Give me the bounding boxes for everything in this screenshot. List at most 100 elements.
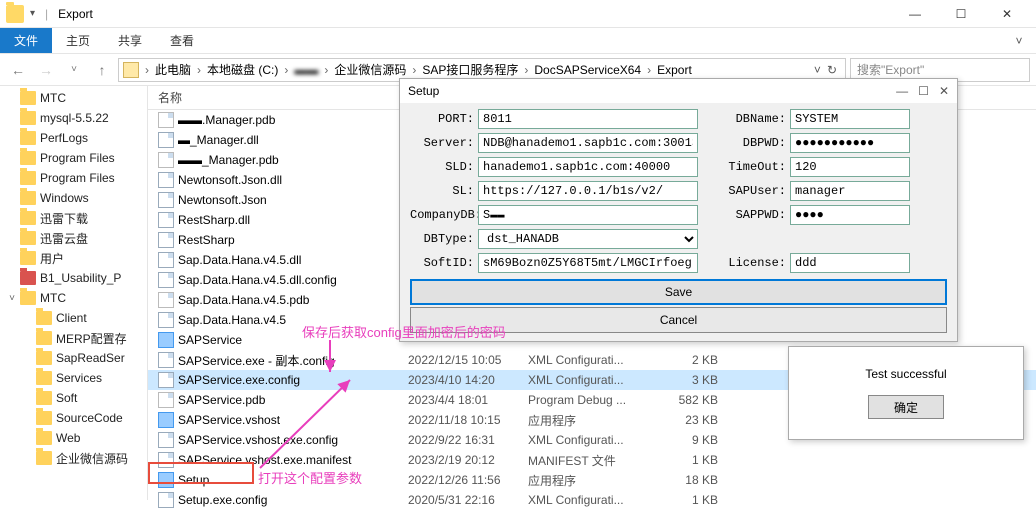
back-button[interactable]: ← [6,58,30,82]
file-size: 1 KB [658,453,728,467]
tree-node[interactable]: Program Files [0,148,147,168]
file-icon [158,392,174,408]
popup-ok-button[interactable]: 确定 [868,395,944,419]
sl-input[interactable] [478,181,698,201]
sappwd-input[interactable] [790,205,910,225]
ribbon-expand-icon[interactable]: ˅ [1002,28,1036,53]
folder-tree[interactable]: MTCmysql-5.5.22PerfLogsProgram FilesProg… [0,86,148,500]
timeout-input[interactable] [790,157,910,177]
tree-node[interactable]: MERP配置存 [0,328,147,348]
file-name: RestSharp [178,233,235,247]
company-label: CompanyDB: [410,208,474,222]
file-row[interactable]: Setup2022/12/26 11:56应用程序18 KB [148,470,1036,490]
file-row[interactable]: Setup.exe.config2020/5/31 22:16XML Confi… [148,490,1036,510]
file-row[interactable]: SAPService.vshost.exe.manifest2023/2/19 … [148,450,1036,470]
tree-node[interactable]: 用户 [0,248,147,268]
tree-node[interactable]: SourceCode [0,408,147,428]
maximize-button[interactable]: ☐ [938,0,984,28]
home-tab[interactable]: 主页 [52,28,104,53]
folder-icon [20,171,36,185]
tree-node[interactable]: ˅MTC [0,288,147,308]
dbpwd-input[interactable] [790,133,910,153]
folder-icon [36,371,52,385]
recent-dropdown[interactable]: ˅ [62,58,86,82]
view-tab[interactable]: 查看 [156,28,208,53]
file-name: Newtonsoft.Json.dll [178,173,282,187]
qat-down-icon[interactable]: ▾ [30,8,35,19]
minimize-button[interactable]: — [892,0,938,28]
forward-button[interactable]: → [34,58,58,82]
folder-icon [36,451,52,465]
up-button[interactable]: ↑ [90,58,114,82]
file-icon [158,332,174,348]
tree-node[interactable]: Client [0,308,147,328]
file-type: 应用程序 [528,472,658,489]
tree-label: 迅雷下载 [40,210,88,227]
file-date: 2022/11/18 10:15 [408,413,528,427]
file-name: RestSharp.dll [178,213,250,227]
file-tab[interactable]: 文件 [0,28,52,53]
tree-node[interactable]: PerfLogs [0,128,147,148]
file-name: SAPService.vshost.exe.manifest [178,453,351,467]
tree-label: SapReadSer [56,351,125,365]
dialog-maximize-button[interactable]: ☐ [918,84,929,98]
folder-icon [20,251,36,265]
tree-node[interactable]: Windows [0,188,147,208]
tree-node[interactable]: 迅雷下载 [0,208,147,228]
tree-node[interactable]: 企业微信源码 [0,448,147,468]
dbtype-select[interactable]: dst_HANADB [478,229,698,249]
port-input[interactable] [478,109,698,129]
file-icon [158,132,174,148]
save-button[interactable]: Save [410,279,947,305]
softid-input[interactable] [478,253,698,273]
file-icon [158,212,174,228]
folder-icon [20,291,36,305]
file-size: 23 KB [658,413,728,427]
tree-label: Web [56,431,80,445]
file-icon [158,272,174,288]
dbname-label: DBName: [718,112,786,126]
file-name: SAPService [178,333,242,347]
file-type: Program Debug ... [528,393,658,407]
folder-icon [20,151,36,165]
tree-node[interactable]: SapReadSer [0,348,147,368]
company-input[interactable] [478,205,698,225]
file-name: Newtonsoft.Json [178,193,267,207]
file-name: SAPService.vshost [178,413,280,427]
tree-label: 迅雷云盘 [40,230,88,247]
sapuser-input[interactable] [790,181,910,201]
server-input[interactable] [478,133,698,153]
tree-node[interactable]: Services [0,368,147,388]
file-icon [158,112,174,128]
file-icon [158,292,174,308]
tree-node[interactable]: Program Files [0,168,147,188]
tree-node[interactable]: mysql-5.5.22 [0,108,147,128]
tree-node[interactable]: Web [0,428,147,448]
license-label: License: [718,256,786,270]
dbname-input[interactable] [790,109,910,129]
dialog-close-button[interactable]: ✕ [939,84,949,98]
license-input[interactable] [790,253,910,273]
close-button[interactable]: ✕ [984,0,1030,28]
file-name: Setup [178,473,209,487]
share-tab[interactable]: 共享 [104,28,156,53]
ribbon-tabs: 文件 主页 共享 查看 ˅ [0,28,1036,54]
tree-label: B1_Usability_P [40,271,121,285]
tree-node[interactable]: Soft [0,388,147,408]
tree-node[interactable]: MTC [0,88,147,108]
file-icon [158,412,174,428]
popup-message: Test successful [865,367,946,381]
file-date: 2022/9/22 16:31 [408,433,528,447]
dialog-minimize-button[interactable]: — [896,84,908,98]
refresh-icon[interactable]: ↻ [827,63,837,77]
tree-label: MTC [40,91,66,105]
folder-icon [6,5,24,23]
dropdown-icon[interactable]: ˅ [814,63,821,77]
file-icon [158,472,174,488]
sld-input[interactable] [478,157,698,177]
tree-node[interactable]: B1_Usability_P [0,268,147,288]
cancel-button[interactable]: Cancel [410,307,947,333]
softid-label: SoftID: [410,256,474,270]
tree-node[interactable]: 迅雷云盘 [0,228,147,248]
file-name: SAPService.vshost.exe.config [178,433,338,447]
